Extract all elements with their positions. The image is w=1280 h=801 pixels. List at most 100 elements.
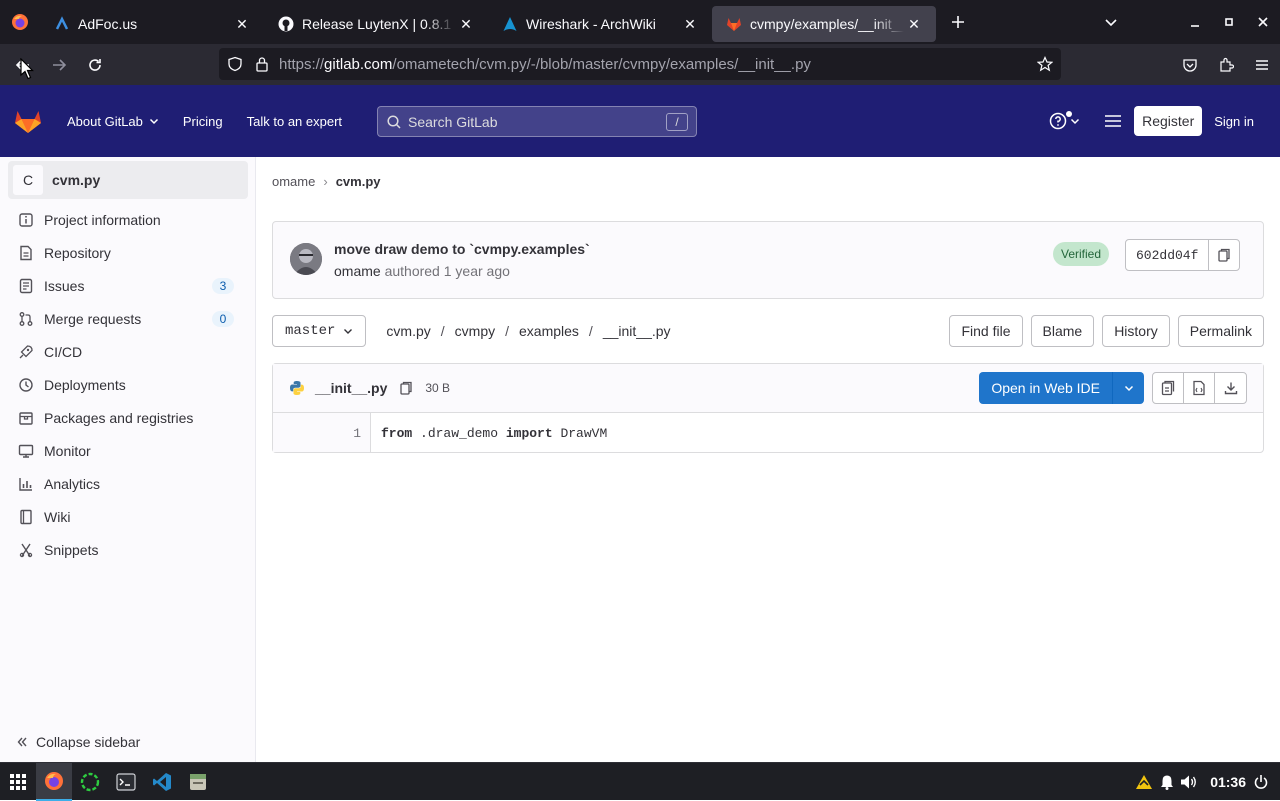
- verified-badge[interactable]: Verified: [1053, 242, 1110, 266]
- author-avatar[interactable]: [290, 243, 322, 275]
- sidebar-item-wiki[interactable]: Wiki: [8, 500, 248, 533]
- sidebar-item-label: Analytics: [44, 475, 101, 492]
- sidebar-item-monitor[interactable]: Monitor: [8, 434, 248, 467]
- list-all-tabs-icon[interactable]: [1094, 0, 1128, 44]
- taskbar-firefox-icon[interactable]: [36, 762, 72, 801]
- permalink-button[interactable]: Permalink: [1177, 315, 1264, 347]
- shield-icon[interactable]: [227, 56, 243, 72]
- branch-name: master: [285, 323, 336, 339]
- sidebar-item-analytics[interactable]: Analytics: [8, 467, 248, 500]
- blame-button[interactable]: Blame: [1030, 315, 1095, 347]
- power-icon[interactable]: [1254, 774, 1268, 790]
- pocket-icon[interactable]: [1172, 49, 1208, 81]
- close-icon[interactable]: ✕: [680, 14, 700, 34]
- open-in-web-ide-button[interactable]: Open in Web IDE: [979, 372, 1112, 404]
- maximize-window-icon[interactable]: [1212, 0, 1246, 44]
- minimize-window-icon[interactable]: [1178, 0, 1212, 44]
- taskbar-sync-icon[interactable]: [72, 763, 108, 801]
- breadcrumb-parent[interactable]: omame: [272, 174, 315, 189]
- file-name[interactable]: __init__.py: [315, 380, 387, 396]
- github-icon: [278, 16, 294, 32]
- lock-icon[interactable]: [255, 56, 269, 72]
- bookmark-star-icon[interactable]: [1037, 56, 1053, 72]
- path-segment[interactable]: __init__.py: [603, 323, 671, 339]
- url-text: https://gitlab.com/omametech/cvm.py/-/bl…: [279, 55, 811, 73]
- breadcrumb-current[interactable]: cvm.py: [336, 174, 381, 189]
- project-avatar: C: [12, 164, 44, 196]
- about-gitlab-dropdown[interactable]: About GitLab: [67, 114, 159, 129]
- mouse-cursor-icon: [20, 58, 34, 80]
- tab-gitlab-file[interactable]: cvmpy/examples/__init__.py ✕: [712, 6, 936, 42]
- about-gitlab-label: About GitLab: [67, 113, 143, 129]
- open-raw-button[interactable]: [1184, 373, 1215, 403]
- extensions-icon[interactable]: [1208, 49, 1244, 81]
- project-sidebar: C cvm.py Project information Repository …: [0, 157, 256, 762]
- sidebar-item-deployments[interactable]: Deployments: [8, 368, 248, 401]
- code-view: 1 from .draw_demo import DrawVM: [273, 413, 1263, 452]
- taskbar-vscode-icon[interactable]: [144, 763, 180, 801]
- close-window-icon[interactable]: [1246, 0, 1280, 44]
- double-chevron-left-icon: [16, 736, 28, 748]
- close-icon[interactable]: ✕: [232, 14, 252, 34]
- copy-sha-button[interactable]: [1209, 240, 1239, 270]
- reload-button[interactable]: [77, 49, 113, 81]
- path-segment[interactable]: cvmpy: [455, 323, 495, 339]
- tab-luytenx[interactable]: Release LuytenX | 0.8.1 · Pr ✕: [264, 6, 488, 42]
- sidebar-item-label: Repository: [44, 244, 111, 261]
- pricing-link[interactable]: Pricing: [183, 114, 223, 129]
- volume-icon[interactable]: [1180, 774, 1198, 790]
- clock[interactable]: 01:36: [1210, 774, 1246, 790]
- tab-wireshark[interactable]: Wireshark - ArchWiki ✕: [488, 6, 712, 42]
- hamburger-menu-icon[interactable]: [1244, 49, 1280, 81]
- sidebar-item-snippets[interactable]: Snippets: [8, 533, 248, 566]
- update-notifier-icon[interactable]: [1134, 773, 1154, 791]
- gitlab-icon: [726, 16, 742, 32]
- commit-title[interactable]: move draw demo to `cvmpy.examples`: [334, 241, 590, 257]
- sidebar-project-header[interactable]: C cvm.py: [8, 161, 248, 199]
- new-tab-button[interactable]: [940, 4, 976, 40]
- gitlab-logo-icon[interactable]: [0, 85, 56, 157]
- sign-in-link[interactable]: Sign in: [1214, 114, 1254, 129]
- taskbar-terminal-icon[interactable]: [108, 763, 144, 801]
- register-button[interactable]: Register: [1134, 106, 1203, 136]
- sidebar-item-repository[interactable]: Repository: [8, 236, 248, 269]
- download-icon: [1224, 381, 1238, 395]
- adfocus-icon: [54, 16, 70, 32]
- collapse-sidebar-button[interactable]: Collapse sidebar: [16, 734, 140, 750]
- line-number[interactable]: 1: [273, 413, 371, 452]
- tab-adfocus[interactable]: AdFoc.us ✕: [40, 6, 264, 42]
- sidebar-item-packages[interactable]: Packages and registries: [8, 401, 248, 434]
- sidebar-item-issues[interactable]: Issues 3: [8, 269, 248, 302]
- sidebar-item-ci-cd[interactable]: CI/CD: [8, 335, 248, 368]
- find-file-button[interactable]: Find file: [949, 315, 1023, 347]
- close-icon[interactable]: ✕: [456, 14, 476, 34]
- history-button[interactable]: History: [1102, 315, 1170, 347]
- download-button[interactable]: [1215, 373, 1246, 403]
- talk-to-expert-link[interactable]: Talk to an expert: [247, 114, 342, 129]
- ide-options-dropdown[interactable]: [1112, 372, 1144, 404]
- os-taskbar: 01:36: [0, 762, 1280, 801]
- close-icon[interactable]: ✕: [904, 14, 924, 34]
- main-menu-icon[interactable]: [1104, 113, 1122, 129]
- path-segment[interactable]: cvm.py: [386, 323, 430, 339]
- file-path-bar: master cvm.py / cvmpy / examples / __ini…: [272, 315, 1264, 347]
- search-input[interactable]: Search GitLab /: [377, 106, 697, 137]
- firefox-menu-icon[interactable]: [0, 0, 40, 44]
- url-bar[interactable]: https://gitlab.com/omametech/cvm.py/-/bl…: [219, 48, 1061, 80]
- copy-path-button[interactable]: [399, 381, 413, 395]
- help-dropdown[interactable]: [1049, 111, 1080, 130]
- issues-count-badge: 3: [212, 277, 234, 294]
- path-segment[interactable]: examples: [519, 323, 579, 339]
- tab-title: Release LuytenX | 0.8.1 · Pr: [302, 16, 456, 32]
- copy-contents-button[interactable]: [1153, 373, 1184, 403]
- app-launcher-icon[interactable]: [0, 763, 36, 801]
- commit-sha[interactable]: 602dd04f: [1126, 240, 1210, 270]
- sidebar-item-label: Deployments: [44, 376, 126, 393]
- sidebar-item-project-information[interactable]: Project information: [8, 203, 248, 236]
- forward-button[interactable]: [41, 49, 77, 81]
- sidebar-item-merge-requests[interactable]: Merge requests 0: [8, 302, 248, 335]
- notifications-bell-icon[interactable]: [1160, 774, 1174, 790]
- taskbar-files-icon[interactable]: [180, 763, 216, 801]
- commit-author[interactable]: omame: [334, 263, 381, 279]
- branch-dropdown[interactable]: master: [272, 315, 367, 347]
